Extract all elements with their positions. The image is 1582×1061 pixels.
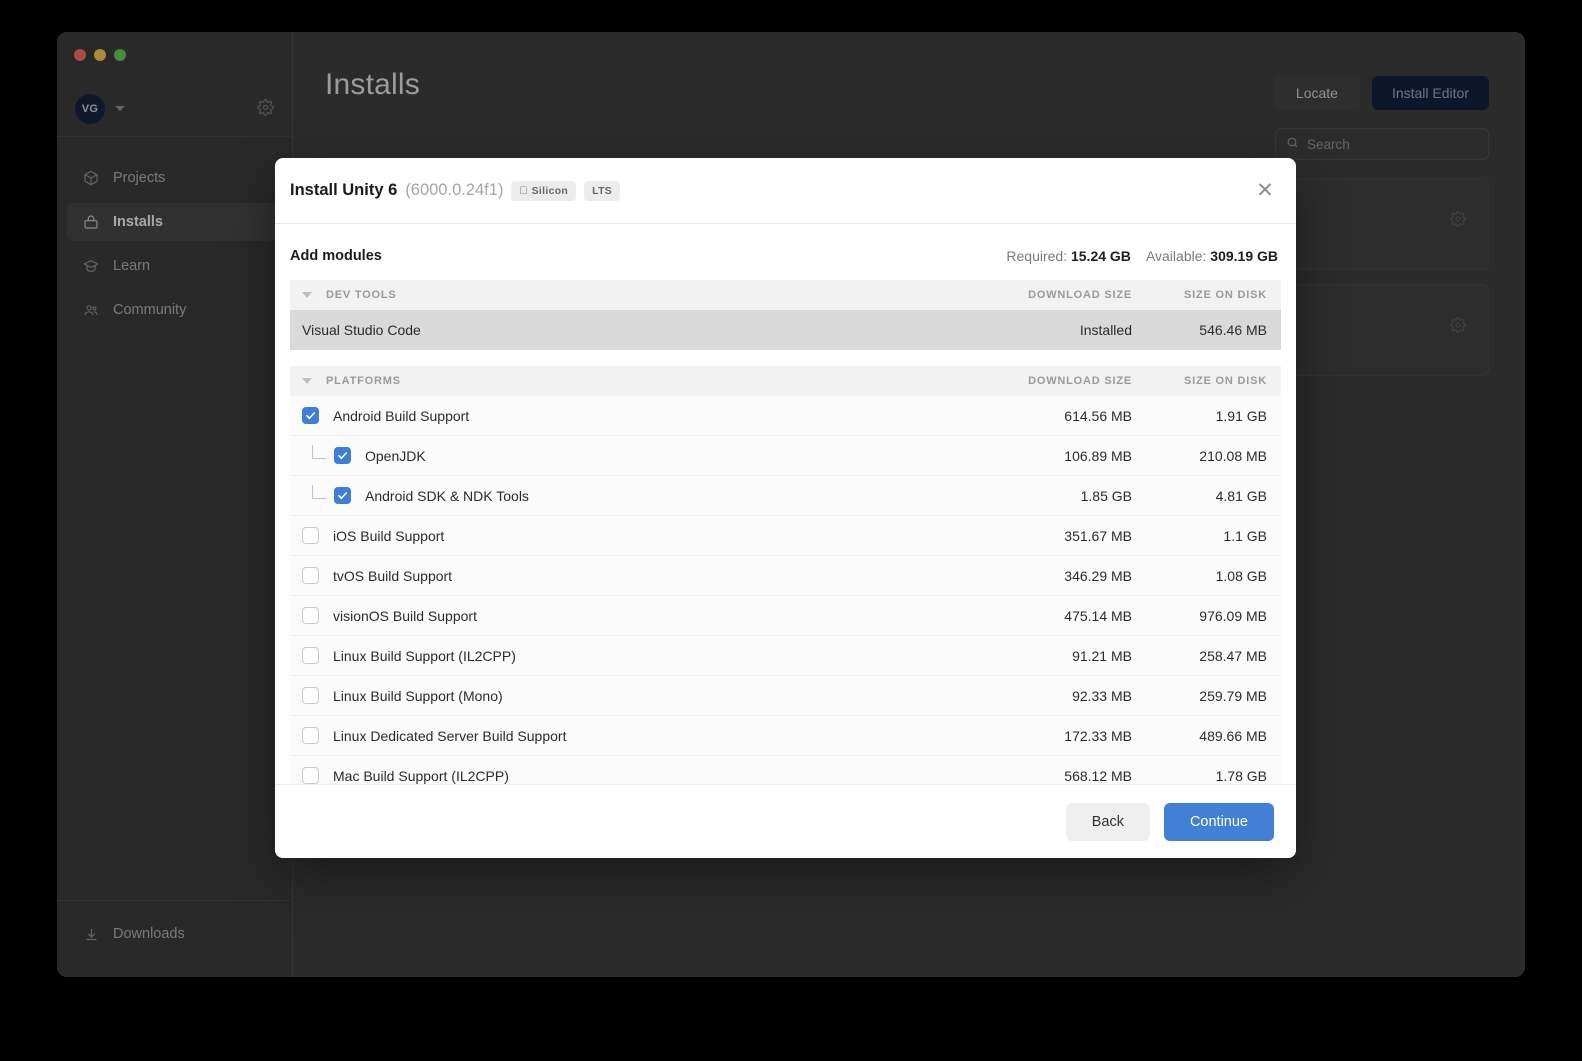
table-row[interactable]: Visual Studio Code Installed 546.46 MB [290,310,1281,350]
continue-button[interactable]: Continue [1163,802,1274,841]
table-row[interactable]: visionOS Build Support 475.14 MB 976.09 … [290,596,1281,636]
module-size-on-disk: 1.08 GB [1215,567,1267,584]
section-spacer [290,350,1281,366]
back-button[interactable]: Back [1065,802,1150,841]
silicon-badge:  Silicon [511,180,577,201]
module-label: Mac Build Support (IL2CPP) [333,767,509,784]
table-row[interactable]: tvOS Build Support 346.29 MB 1.08 GB [290,556,1281,596]
module-label: tvOS Build Support [333,567,453,584]
module-size-on-disk: 4.81 GB [1215,487,1267,504]
close-icon[interactable]: ✕ [1252,178,1278,204]
dialog-title-group: Install Unity 6 (6000.0.24f1)  Silicon … [290,180,621,201]
required-label: Required: [1006,248,1068,264]
module-checkbox[interactable] [302,727,319,744]
tree-branch-icon [312,444,326,459]
module-checkbox[interactable] [334,447,351,464]
dialog-subheader: Add modules Required: 15.24 GB Available… [275,224,1296,280]
module-size-on-disk: 258.47 MB [1199,647,1267,664]
section-title: DEV TOOLS [326,289,397,301]
module-checkbox[interactable] [302,767,319,784]
module-download-size: 346.29 MB [1064,567,1132,584]
dialog-version: (6000.0.24f1) [405,181,504,199]
module-download-size: 475.14 MB [1064,607,1132,624]
dialog-header: Install Unity 6 (6000.0.24f1)  Silicon … [275,158,1296,224]
module-download-size: 614.56 MB [1064,407,1132,424]
module-checkbox[interactable] [302,607,319,624]
modules-list[interactable]: DEV TOOLS DOWNLOAD SIZE SIZE ON DISK Vis… [275,280,1296,784]
module-download-size: 568.12 MB [1064,767,1132,784]
add-modules-label: Add modules [290,248,382,264]
tree-branch-icon [312,484,326,499]
module-checkbox[interactable] [302,527,319,544]
available-value: 309.19 GB [1210,248,1278,264]
dialog-title: Install Unity 6 [290,181,398,199]
module-size-on-disk: 1.78 GB [1215,767,1267,784]
table-row[interactable]: Android SDK & NDK Tools 1.85 GB 4.81 GB [290,476,1281,516]
table-row[interactable]: Linux Build Support (Mono) 92.33 MB 259.… [290,676,1281,716]
silicon-badge-label: Silicon [523,184,568,197]
module-label: Android Build Support [333,407,470,424]
size-summary: Required: 15.24 GB Available: 309.19 GB [1006,248,1278,264]
column-header-download-size: DOWNLOAD SIZE [1028,375,1132,387]
module-label: iOS Build Support [333,527,445,544]
module-label: Visual Studio Code [302,322,421,338]
dialog-footer: Back Continue [275,784,1296,858]
lts-badge: LTS [584,180,621,201]
section-header-dev-tools[interactable]: DEV TOOLS DOWNLOAD SIZE SIZE ON DISK [290,280,1281,310]
module-label: Linux Dedicated Server Build Support [333,727,567,744]
required-value: 15.24 GB [1070,248,1131,264]
column-header-size-on-disk: SIZE ON DISK [1184,289,1267,301]
chevron-down-icon[interactable] [302,292,312,298]
module-download-size: 92.33 MB [1072,687,1132,704]
module-download-size: 106.89 MB [1064,447,1132,464]
install-modules-dialog: Install Unity 6 (6000.0.24f1)  Silicon … [275,158,1296,858]
module-size-on-disk: 1.91 GB [1215,407,1267,424]
column-header-size-on-disk: SIZE ON DISK [1184,375,1267,387]
module-label: OpenJDK [365,447,426,464]
module-label: Android SDK & NDK Tools [365,487,529,504]
module-label: Linux Build Support (IL2CPP) [333,647,516,664]
module-checkbox[interactable] [302,647,319,664]
module-download-size: Installed [1079,322,1132,338]
table-row[interactable]: Mac Build Support (IL2CPP) 568.12 MB 1.7… [290,756,1281,784]
table-row[interactable]: OpenJDK 106.89 MB 210.08 MB [290,436,1281,476]
module-size-on-disk: 259.79 MB [1199,687,1267,704]
module-checkbox[interactable] [302,407,319,424]
column-header-download-size: DOWNLOAD SIZE [1028,289,1132,301]
module-checkbox[interactable] [334,487,351,504]
module-size-on-disk: 1.1 GB [1223,527,1267,544]
table-row[interactable]: iOS Build Support 351.67 MB 1.1 GB [290,516,1281,556]
table-row[interactable]: Linux Build Support (IL2CPP) 91.21 MB 25… [290,636,1281,676]
module-size-on-disk: 210.08 MB [1199,447,1267,464]
module-label: Linux Build Support (Mono) [333,687,503,704]
module-download-size: 172.33 MB [1064,727,1132,744]
module-size-on-disk: 976.09 MB [1199,607,1267,624]
module-size-on-disk: 489.66 MB [1199,727,1267,744]
section-header-platforms[interactable]: PLATFORMS DOWNLOAD SIZE SIZE ON DISK [290,366,1281,396]
module-checkbox[interactable] [302,687,319,704]
module-download-size: 91.21 MB [1072,647,1132,664]
available-label: Available: [1145,248,1207,264]
table-row[interactable]: Android Build Support 614.56 MB 1.91 GB [290,396,1281,436]
module-checkbox[interactable] [302,567,319,584]
apple-icon:  [519,185,527,197]
module-download-size: 351.67 MB [1064,527,1132,544]
module-download-size: 1.85 GB [1080,487,1132,504]
section-title: PLATFORMS [326,375,401,387]
table-row[interactable]: Linux Dedicated Server Build Support 172… [290,716,1281,756]
module-label: visionOS Build Support [333,607,477,624]
module-size-on-disk: 546.46 MB [1199,322,1267,338]
chevron-down-icon[interactable] [302,378,312,384]
